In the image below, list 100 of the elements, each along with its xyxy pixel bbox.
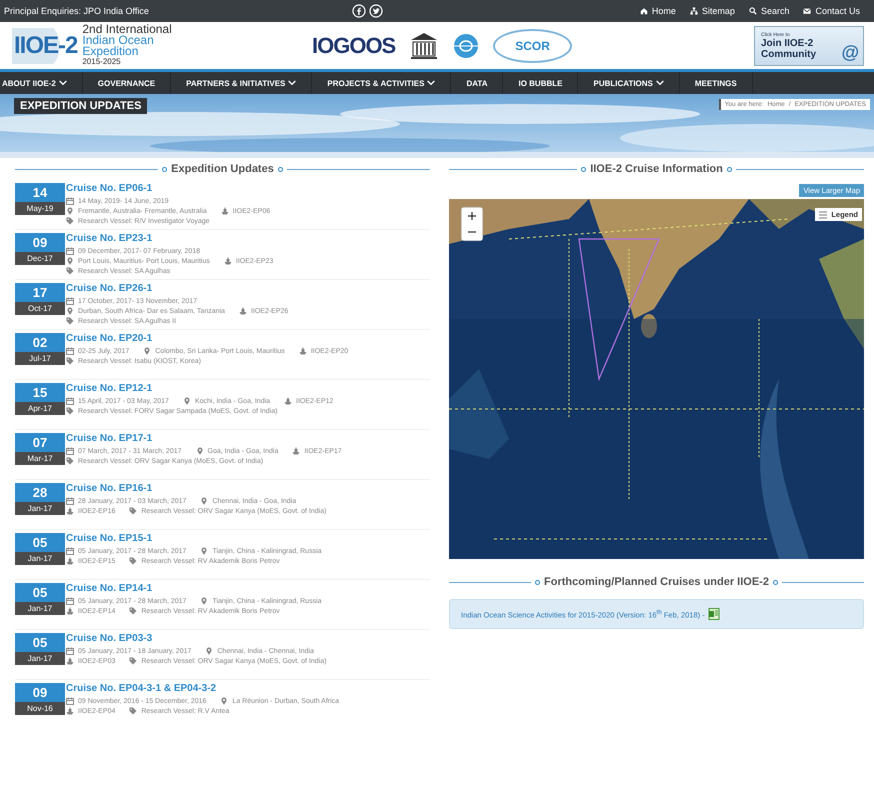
tag-icon [66, 457, 74, 465]
envelope-icon [803, 7, 812, 15]
ship-icon [66, 507, 74, 515]
date-day: 02 [15, 333, 65, 352]
date-month: Jan-17 [15, 652, 65, 665]
date-month: Oct-17 [15, 302, 65, 315]
tag-icon [129, 707, 138, 715]
top-link[interactable]: Contact Us [803, 6, 860, 16]
cruise-link[interactable]: Cruise No. EP03-3 [66, 633, 430, 646]
ship-icon [298, 347, 307, 355]
date-month: Jan-17 [15, 602, 65, 615]
calendar-icon [66, 597, 74, 605]
map-pin-icon [66, 257, 74, 265]
plus-icon [468, 212, 476, 220]
calendar-icon [66, 197, 74, 205]
ship-icon [66, 607, 74, 615]
map-pin-icon [200, 597, 208, 605]
home-icon [640, 7, 648, 15]
top-link[interactable]: Search [748, 6, 790, 16]
cruise-link[interactable]: Cruise No. EP17-1 [66, 433, 430, 446]
ship-icon [284, 397, 292, 405]
logo-acronym[interactable]: IIOE-2 [12, 28, 80, 64]
calendar-icon [66, 247, 74, 255]
tag-icon [129, 657, 138, 665]
partner-logo[interactable]: IOGOOS [312, 32, 396, 58]
page-title: EXPEDITION UPDATES [14, 98, 148, 114]
map-pin-icon [196, 447, 204, 455]
map-pin-icon [200, 547, 208, 555]
ship-icon [220, 207, 229, 215]
cruise-link[interactable]: Cruise No. EP14-1 [66, 583, 430, 596]
cruise-link[interactable]: Cruise No. EP04-3-1 & EP04-3-2 [66, 683, 430, 696]
ship-icon [292, 447, 300, 455]
tag-icon [66, 267, 74, 275]
partner-logo[interactable]: SCOR [493, 28, 572, 62]
columns-emblem-icon[interactable] [409, 32, 440, 60]
map-pin-icon [182, 397, 191, 405]
map-pin-icon [66, 307, 74, 315]
cruise-link[interactable]: Cruise No. EP26-1 [66, 283, 430, 296]
caret-icon [288, 79, 296, 87]
calendar-icon [66, 297, 74, 305]
map-pin-icon [66, 207, 74, 215]
caret-icon [58, 79, 67, 87]
date-month: Dec-17 [15, 252, 65, 265]
tag-icon [66, 317, 74, 325]
ship-icon [66, 557, 74, 565]
map-pin-icon [143, 347, 152, 355]
calendar-icon [66, 547, 74, 555]
date-day: 15 [15, 383, 65, 402]
date-day: 14 [15, 183, 65, 202]
facebook-icon[interactable] [352, 4, 366, 18]
date-day: 05 [15, 583, 65, 602]
cruise-link[interactable]: Cruise No. EP06-1 [66, 183, 430, 196]
search-icon [748, 7, 757, 15]
calendar-icon [66, 697, 74, 705]
date-month: Apr-17 [15, 402, 65, 415]
date-month: Nov-16 [15, 702, 65, 715]
date-month: Jan-17 [15, 502, 65, 515]
date-day: 28 [15, 483, 65, 502]
logo-years: 2015-2025 [82, 57, 121, 67]
cruise-link[interactable]: Cruise No. EP20-1 [66, 333, 430, 346]
ship-icon [238, 307, 247, 315]
tag-icon [129, 607, 138, 615]
section-heading: Expedition Updates [171, 163, 274, 175]
list-icon [819, 210, 828, 218]
tag-icon [66, 407, 74, 415]
spreadsheet-icon[interactable] [708, 608, 720, 620]
calendar-icon [66, 647, 74, 655]
caret-icon [427, 79, 436, 87]
ship-icon [224, 257, 232, 265]
logo-title: 2nd International [82, 24, 172, 35]
top-link[interactable]: Home [640, 6, 676, 16]
logo-title: Expedition [82, 46, 138, 57]
date-day: 17 [15, 283, 65, 302]
tag-icon [129, 507, 138, 515]
date-month: May-19 [15, 202, 65, 215]
sitemap-icon [690, 7, 698, 15]
enquiries-text: Principal Enquiries: JPO India Office [4, 6, 150, 16]
twitter-icon[interactable] [368, 4, 383, 18]
ship-icon [66, 707, 74, 715]
cruise-link[interactable]: Cruise No. EP12-1 [66, 383, 430, 396]
cruise-link[interactable]: Cruise No. EP16-1 [66, 483, 430, 496]
date-day: 07 [15, 433, 65, 452]
ship-icon [66, 657, 74, 665]
calendar-icon [66, 347, 74, 355]
tag-icon [129, 557, 138, 565]
top-link[interactable]: Sitemap [690, 6, 735, 16]
date-month: Jan-17 [15, 552, 65, 565]
map-pin-icon [200, 497, 208, 505]
logo-title: Indian Ocean [82, 35, 154, 46]
cruise-link[interactable]: Cruise No. EP15-1 [66, 533, 430, 546]
date-month: Mar-17 [15, 452, 65, 465]
cruise-link[interactable]: Cruise No. EP23-1 [66, 233, 430, 246]
section-heading: Forthcoming/Planned Cruises under IIOE-2 [544, 576, 769, 588]
tag-icon [66, 217, 74, 225]
date-day: 05 [15, 533, 65, 552]
section-heading: IIOE-2 Cruise Information [590, 163, 723, 175]
date-day: 05 [15, 633, 65, 652]
globe-emblem-icon[interactable] [453, 32, 480, 58]
map-pin-icon [220, 697, 228, 705]
caret-icon [656, 79, 664, 87]
